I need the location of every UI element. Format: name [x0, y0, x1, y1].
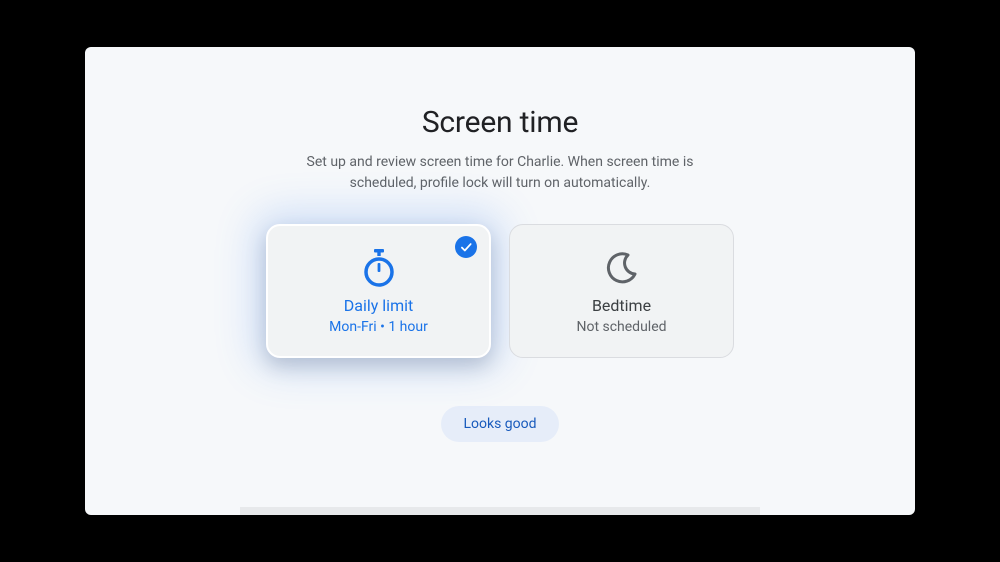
daily-limit-sub: Mon-Fri • 1 hour	[329, 319, 428, 335]
looks-good-button[interactable]: Looks good	[441, 406, 558, 442]
bottom-shadow-bar	[240, 507, 760, 515]
settings-screen: Screen time Set up and review screen tim…	[85, 47, 915, 515]
stopwatch-icon	[361, 248, 397, 288]
check-icon	[455, 236, 477, 258]
moon-icon	[604, 248, 640, 288]
daily-limit-card[interactable]: Daily limit Mon-Fri • 1 hour	[266, 224, 491, 358]
daily-limit-title: Daily limit	[344, 296, 413, 315]
cards-row: Daily limit Mon-Fri • 1 hour Bedtime Not…	[266, 224, 734, 358]
bedtime-card[interactable]: Bedtime Not scheduled	[509, 224, 734, 358]
bedtime-sub: Not scheduled	[576, 319, 666, 335]
bedtime-title: Bedtime	[592, 296, 651, 315]
page-subtitle: Set up and review screen time for Charli…	[285, 152, 715, 194]
page-title: Screen time	[422, 105, 578, 140]
